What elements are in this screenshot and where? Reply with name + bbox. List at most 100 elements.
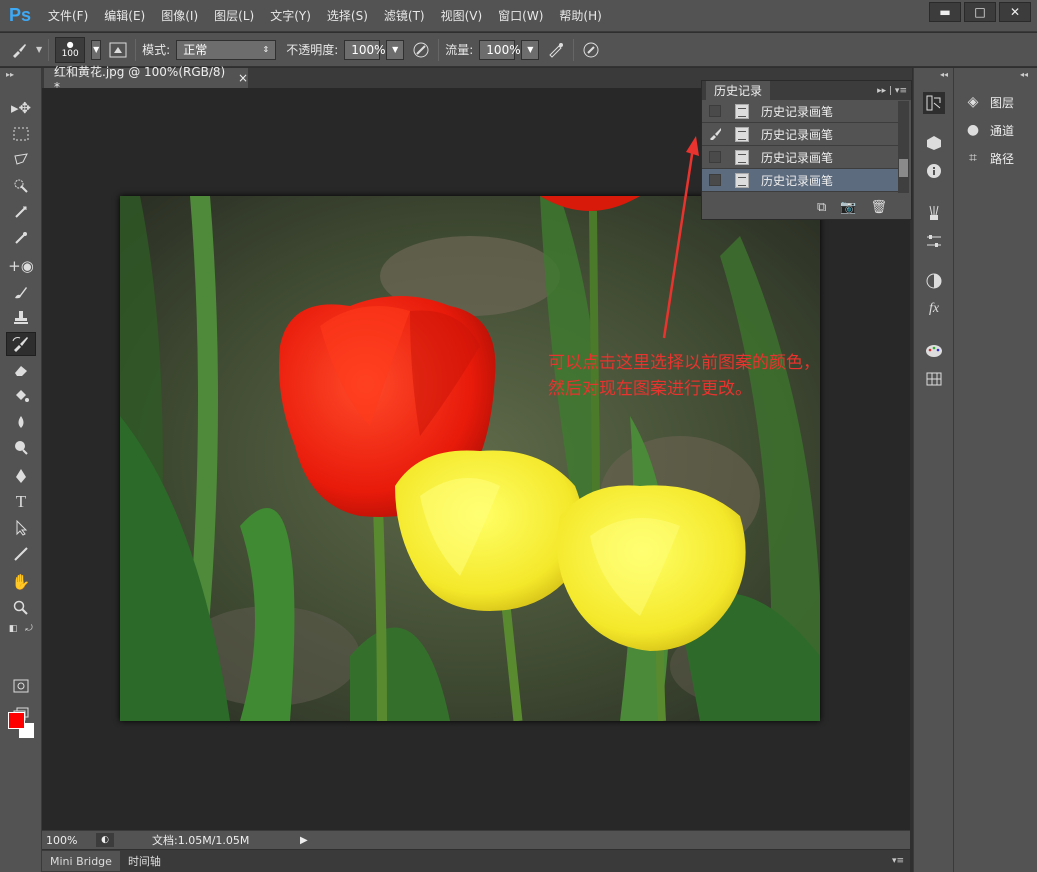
- blur-tool-icon[interactable]: [6, 410, 36, 434]
- history-scroll-thumb[interactable]: [899, 159, 908, 177]
- swatches-palette-icon[interactable]: [923, 340, 945, 362]
- move-tool-icon[interactable]: ▸✥: [6, 96, 36, 120]
- collapse-arrows-icon[interactable]: ◂◂: [1020, 70, 1028, 79]
- opacity-input[interactable]: 100%: [344, 39, 386, 60]
- path-selection-tool-icon[interactable]: [6, 516, 36, 540]
- separator: [573, 38, 575, 61]
- menu-image[interactable]: 图像(I): [153, 0, 206, 32]
- history-row[interactable]: 历史记录画笔: [702, 146, 898, 169]
- status-info-icon[interactable]: ◐: [96, 833, 114, 847]
- brush-dropdown-icon[interactable]: ▼: [91, 39, 102, 60]
- zoom-level[interactable]: 100%: [42, 834, 96, 847]
- tool-preset-dropdown-icon[interactable]: ▼: [36, 45, 42, 54]
- type-tool-icon[interactable]: T: [6, 490, 36, 514]
- history-state-icon: [735, 149, 749, 165]
- minimize-button[interactable]: ▬: [929, 2, 961, 22]
- tab-timeline[interactable]: 时间轴: [120, 851, 169, 871]
- window-controls: ▬ □ ✕: [929, 2, 1031, 22]
- menu-help[interactable]: 帮助(H): [551, 0, 609, 32]
- close-button[interactable]: ✕: [999, 2, 1031, 22]
- line-tool-icon[interactable]: [6, 542, 36, 566]
- history-row-selected[interactable]: 历史记录画笔: [702, 169, 898, 192]
- new-snapshot-icon[interactable]: 📷: [840, 200, 856, 215]
- history-state-label: 历史记录画笔: [761, 127, 834, 142]
- opacity-dropdown-icon[interactable]: ▼: [386, 39, 405, 60]
- paint-bucket-tool-icon[interactable]: [6, 384, 36, 408]
- zoom-tool-icon[interactable]: [6, 596, 36, 620]
- brush-tool-icon[interactable]: [6, 280, 36, 304]
- menu-window[interactable]: 窗口(W): [490, 0, 551, 32]
- maximize-button[interactable]: □: [964, 2, 996, 22]
- new-document-from-state-icon[interactable]: ⧉: [817, 200, 826, 215]
- separator: [135, 38, 137, 61]
- foreground-color-swatch[interactable]: [8, 712, 25, 729]
- pressure-opacity-icon[interactable]: [410, 39, 432, 61]
- styles-fx-icon[interactable]: fx: [923, 298, 945, 320]
- info-panel-icon[interactable]: [923, 160, 945, 182]
- panel-collapse-icon[interactable]: ▸▸ | ▾≡: [877, 86, 907, 96]
- menu-filter[interactable]: 滤镜(T): [376, 0, 433, 32]
- delete-state-icon[interactable]: 🗑: [870, 200, 887, 215]
- mode-select[interactable]: 正常 ⇕: [176, 39, 277, 60]
- annotation-text: 可以点击这里选择以前图案的颜色， 然后对现在图案进行更改。: [548, 350, 820, 402]
- layers-panel-button[interactable]: ◈ 图层: [964, 92, 1014, 112]
- close-tab-icon[interactable]: ×: [238, 71, 248, 85]
- brush-presets-icon[interactable]: [923, 202, 945, 224]
- tool-presets-icon[interactable]: [923, 230, 945, 252]
- menu-select[interactable]: 选择(S): [319, 0, 376, 32]
- brush-size-value: 100: [61, 49, 79, 59]
- 3d-panel-icon[interactable]: [923, 132, 945, 154]
- collapse-arrows-icon[interactable]: ◂◂: [940, 70, 948, 79]
- history-panel-icon[interactable]: [923, 92, 945, 114]
- quick-mask-icon[interactable]: [6, 674, 36, 698]
- history-scrollbar[interactable]: [898, 101, 909, 193]
- hand-tool-icon[interactable]: ✋: [6, 570, 36, 594]
- history-source-checkbox[interactable]: [709, 151, 721, 163]
- crop-tool-icon[interactable]: [6, 200, 36, 224]
- swap-colors-icon[interactable]: ⤾: [22, 622, 36, 636]
- lasso-tool-icon[interactable]: [6, 148, 36, 172]
- history-state-label: 历史记录画笔: [761, 150, 834, 165]
- brush-panel-toggle-icon[interactable]: [107, 39, 129, 61]
- quick-selection-tool-icon[interactable]: [6, 174, 36, 198]
- channels-panel-button[interactable]: ● 通道: [964, 120, 1014, 140]
- menu-type[interactable]: 文字(Y): [262, 0, 319, 32]
- history-source-checkbox[interactable]: [709, 105, 721, 117]
- dodge-tool-icon[interactable]: [6, 436, 36, 460]
- history-source-checkbox[interactable]: [709, 174, 721, 186]
- adjustments-icon[interactable]: [923, 270, 945, 292]
- flow-input[interactable]: 100%: [479, 39, 521, 60]
- grid-swatches-icon[interactable]: [923, 368, 945, 390]
- flow-dropdown-icon[interactable]: ▼: [521, 39, 540, 60]
- healing-brush-tool-icon[interactable]: +◉: [6, 254, 36, 278]
- history-tab[interactable]: 历史记录: [706, 81, 771, 100]
- paths-panel-button[interactable]: ⌗ 路径: [964, 148, 1014, 168]
- history-row[interactable]: 历史记录画笔: [702, 123, 898, 146]
- airbrush-icon[interactable]: [545, 39, 567, 61]
- menu-view[interactable]: 视图(V): [433, 0, 491, 32]
- tab-mini-bridge[interactable]: Mini Bridge: [42, 851, 120, 871]
- marquee-tool-icon[interactable]: [6, 122, 36, 146]
- collapse-arrows-icon[interactable]: ▸▸: [6, 70, 14, 79]
- document-tab[interactable]: 红和黄花.jpg @ 100%(RGB/8) * ×: [44, 65, 248, 94]
- panel-menu-icon[interactable]: ▾≡: [892, 856, 904, 866]
- history-brush-tool-icon[interactable]: [6, 332, 36, 356]
- pen-tool-icon[interactable]: [6, 464, 36, 488]
- menu-layer[interactable]: 图层(L): [206, 0, 262, 32]
- eyedropper-tool-icon[interactable]: [6, 226, 36, 250]
- tulip-photo[interactable]: [120, 196, 820, 721]
- annotation-line-1: 可以点击这里选择以前图案的颜色，: [548, 353, 820, 373]
- menu-file[interactable]: 文件(F): [40, 0, 96, 32]
- menu-edit[interactable]: 编辑(E): [96, 0, 153, 32]
- default-colors-icon[interactable]: ◧: [6, 622, 20, 636]
- clone-stamp-tool-icon[interactable]: [6, 306, 36, 330]
- history-row[interactable]: 历史记录画笔: [702, 100, 898, 123]
- status-bar: 100% ◐ 文档:1.05M/1.05M ▶: [42, 830, 910, 849]
- brush-preset-picker[interactable]: ● 100: [55, 36, 86, 63]
- flow-value: 100%: [486, 42, 521, 57]
- pressure-size-icon[interactable]: [580, 39, 602, 61]
- status-menu-arrow-icon[interactable]: ▶: [300, 835, 308, 846]
- eraser-tool-icon[interactable]: [6, 358, 36, 382]
- history-brush-source-icon[interactable]: [709, 128, 721, 140]
- history-brush-tool-icon[interactable]: [8, 39, 30, 61]
